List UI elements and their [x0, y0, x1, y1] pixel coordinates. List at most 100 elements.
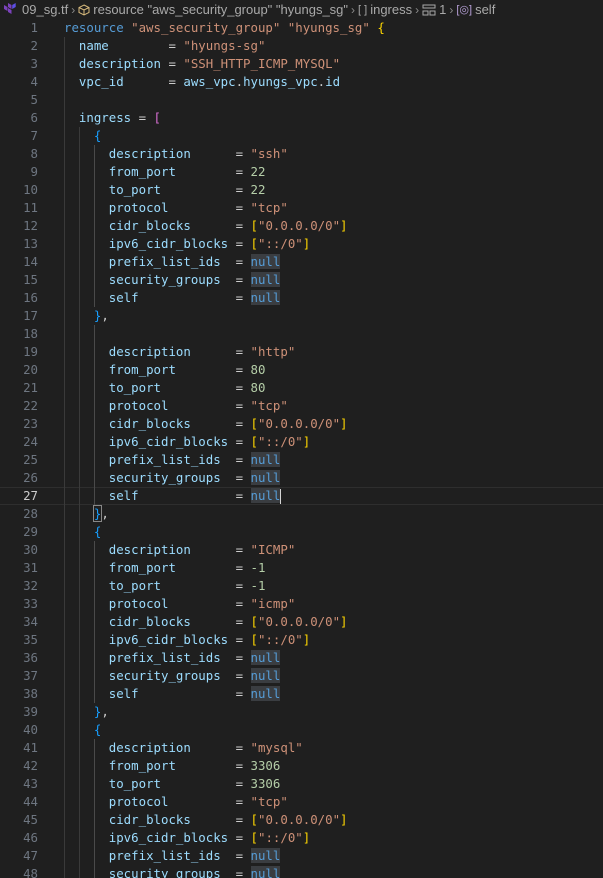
code-line[interactable]: 1 resource "aws_security_group" "hyungs_s… [0, 19, 603, 37]
code-line[interactable]: 11 protocol = "tcp" [0, 199, 603, 217]
code-line[interactable]: 9 from_port = 22 [0, 163, 603, 181]
code-line[interactable]: 38 self = null [0, 685, 603, 703]
code-content: self = null [64, 487, 282, 505]
code-line[interactable]: 31 from_port = -1 [0, 559, 603, 577]
breadcrumb-resource[interactable]: resource "aws_security_group" "hyungs_sg… [78, 2, 348, 17]
code-line[interactable]: 6 ingress = [ [0, 109, 603, 127]
code-line[interactable]: 17 }, [0, 307, 603, 325]
line-number: 30 [23, 542, 38, 557]
line-number: 31 [23, 560, 38, 575]
code-line[interactable]: 21 to_port = 80 [0, 379, 603, 397]
line-number: 7 [30, 128, 38, 143]
code-line[interactable]: 28 }, [0, 505, 603, 523]
code-line[interactable]: 7 { [0, 127, 603, 145]
breadcrumb-ingress[interactable]: [ ] ingress [358, 2, 412, 17]
line-number: 39 [23, 704, 38, 719]
token-pl: = [138, 488, 251, 503]
breadcrumb-self[interactable]: [◎] self [456, 2, 495, 17]
breadcrumb-resource-label: resource "aws_security_group" "hyungs_sg… [93, 2, 349, 17]
code-line[interactable]: 48 security_groups = null [0, 865, 603, 878]
code-line[interactable]: 15 security_groups = null [0, 271, 603, 289]
code-line[interactable]: 36 prefix_list_ids = null [0, 649, 603, 667]
code-line[interactable]: 32 to_port = -1 [0, 577, 603, 595]
code-line[interactable]: 47 prefix_list_ids = null [0, 847, 603, 865]
token-sp [64, 614, 109, 629]
token-pl: = [220, 848, 251, 863]
breadcrumb-file[interactable]: 09_sg.tf [0, 2, 68, 17]
code-line[interactable]: 45 cidr_blocks = ["0.0.0.0/0"] [0, 811, 603, 829]
line-number: 26 [23, 470, 38, 485]
code-line[interactable]: 12 cidr_blocks = ["0.0.0.0/0"] [0, 217, 603, 235]
line-number: 37 [23, 668, 38, 683]
token-null: null [250, 452, 281, 467]
code-line[interactable]: 5 [0, 91, 603, 109]
code-line[interactable]: 29 { [0, 523, 603, 541]
token-pl: = [175, 362, 251, 377]
code-line[interactable]: 8 description = "ssh" [0, 145, 603, 163]
token-pl: , [101, 308, 109, 323]
code-line[interactable]: 14 prefix_list_ids = null [0, 253, 603, 271]
chevron-right-icon: › [351, 2, 356, 17]
code-editor[interactable]: 1 resource "aws_security_group" "hyungs_s… [0, 19, 603, 878]
code-line[interactable]: 26 security_groups = null [0, 469, 603, 487]
token-sp [64, 848, 109, 863]
token-br2: { [93, 128, 102, 143]
token-key: vpc_id [78, 74, 124, 89]
code-line[interactable]: 13 ipv6_cidr_blocks = ["::/0"] [0, 235, 603, 253]
token-sp [64, 740, 109, 755]
line-number: 14 [23, 254, 38, 269]
code-line[interactable]: 41 description = "mysql" [0, 739, 603, 757]
code-content: description = "http" [64, 343, 296, 361]
token-key: to_port [108, 776, 161, 791]
breadcrumb-index[interactable]: 1 [422, 2, 446, 17]
token-pl: = [220, 866, 251, 878]
token-key: ipv6_cidr_blocks [108, 632, 229, 647]
code-line[interactable]: 10 to_port = 22 [0, 181, 603, 199]
code-line[interactable]: 37 security_groups = null [0, 667, 603, 685]
code-line[interactable]: 44 protocol = "tcp" [0, 793, 603, 811]
code-content: ipv6_cidr_blocks = ["::/0"] [64, 829, 310, 847]
token-num: 22 [250, 182, 266, 197]
code-line[interactable]: 40 { [0, 721, 603, 739]
code-content: protocol = "tcp" [64, 397, 288, 415]
token-br3: ] [302, 236, 311, 251]
code-line[interactable]: 4 vpc_id = aws_vpc.hyungs_vpc.id [0, 73, 603, 91]
token-str: "icmp" [250, 596, 296, 611]
token-key: ipv6_cidr_blocks [108, 434, 229, 449]
token-key: to_port [108, 182, 161, 197]
code-line[interactable]: 22 protocol = "tcp" [0, 397, 603, 415]
token-sp [64, 218, 109, 233]
code-line[interactable]: 18 [0, 325, 603, 343]
code-line[interactable]: 39 }, [0, 703, 603, 721]
code-line[interactable]: 16 self = null [0, 289, 603, 307]
token-key: ipv6_cidr_blocks [108, 236, 229, 251]
code-line[interactable]: 43 to_port = 3306 [0, 775, 603, 793]
token-sp [64, 578, 109, 593]
code-line[interactable]: 25 prefix_list_ids = null [0, 451, 603, 469]
code-line[interactable]: 24 ipv6_cidr_blocks = ["::/0"] [0, 433, 603, 451]
code-line[interactable]: 3 description = "SSH_HTTP_ICMP_MYSQL" [0, 55, 603, 73]
token-pl: = [175, 560, 251, 575]
line-number: 8 [30, 146, 38, 161]
code-line[interactable]: 42 from_port = 3306 [0, 757, 603, 775]
token-num: 3306 [250, 776, 281, 791]
code-line[interactable]: 27 self = null [0, 487, 603, 505]
token-key: self [108, 290, 139, 305]
code-line[interactable]: 35 ipv6_cidr_blocks = ["::/0"] [0, 631, 603, 649]
token-pl: = [220, 470, 251, 485]
variable-icon: [◎] [456, 4, 473, 16]
code-line[interactable]: 34 cidr_blocks = ["0.0.0.0/0"] [0, 613, 603, 631]
code-line[interactable]: 46 ipv6_cidr_blocks = ["::/0"] [0, 829, 603, 847]
code-line[interactable]: 20 from_port = 80 [0, 361, 603, 379]
breadcrumb-self-label: self [475, 2, 496, 17]
code-line[interactable]: 33 protocol = "icmp" [0, 595, 603, 613]
token-sp [64, 668, 109, 683]
code-line[interactable]: 30 description = "ICMP" [0, 541, 603, 559]
chevron-right-icon: › [415, 2, 420, 17]
code-content: to_port = 22 [64, 181, 266, 199]
indent-guide [78, 325, 80, 343]
code-line[interactable]: 23 cidr_blocks = ["0.0.0.0/0"] [0, 415, 603, 433]
code-line[interactable]: 19 description = "http" [0, 343, 603, 361]
line-number: 15 [23, 272, 38, 287]
code-line[interactable]: 2 name = "hyungs-sg" [0, 37, 603, 55]
